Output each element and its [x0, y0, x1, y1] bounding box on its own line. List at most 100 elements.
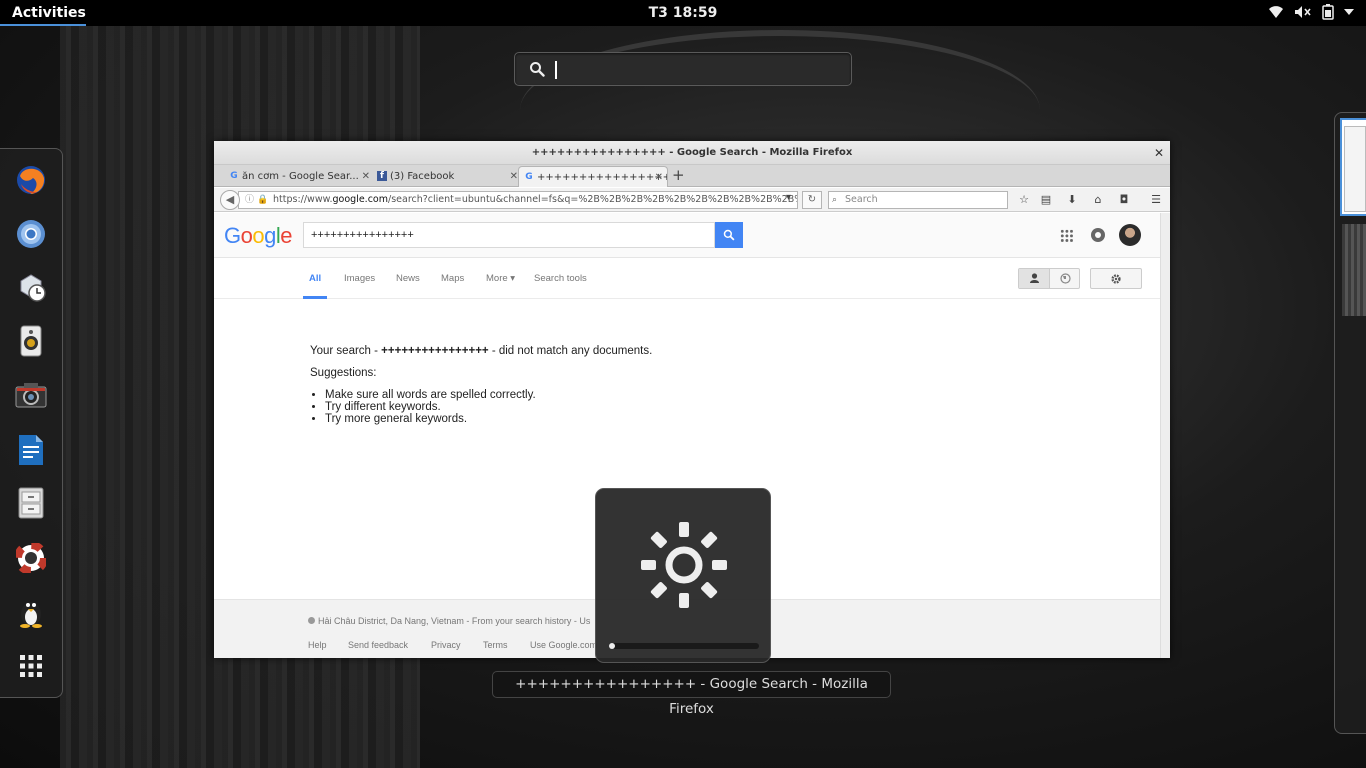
- tab-label: (3) Facebook: [390, 171, 455, 182]
- search-icon: [723, 229, 735, 241]
- brightness-icon: [641, 522, 727, 608]
- tab-more-label: More: [486, 273, 508, 284]
- browser-tab-3[interactable]: G ++++++++++++++++... ✕: [518, 166, 668, 187]
- home-icon[interactable]: ⌂: [1090, 192, 1106, 208]
- scrollbar[interactable]: [1160, 213, 1170, 658]
- info-icon[interactable]: ⓘ: [245, 192, 254, 208]
- dash: [0, 148, 63, 698]
- url-rest: /search?client=ubuntu&channel=fs&q=%2B%2…: [388, 194, 797, 205]
- result-suffix: - did not match any documents.: [488, 345, 653, 357]
- reload-icon[interactable]: ↻: [802, 191, 822, 209]
- new-tab-icon[interactable]: +: [672, 165, 685, 186]
- tab-close-icon[interactable]: ✕: [362, 166, 370, 187]
- battery-icon: [1322, 4, 1334, 20]
- tab-news[interactable]: News: [396, 273, 420, 284]
- window-titlebar: ++++++++++++++++ - Google Search - Mozil…: [214, 141, 1170, 165]
- location-text: Hải Châu District, Da Nang, Vietnam - Fr…: [318, 616, 591, 626]
- search-results: Your search - ++++++++++++++++ - did not…: [310, 345, 652, 425]
- workspace-thumbnail-1[interactable]: [1340, 118, 1366, 216]
- pocket-icon[interactable]: ◘: [1116, 192, 1132, 208]
- footer-link-terms[interactable]: Terms: [483, 640, 508, 650]
- brightness-level-bar: [609, 643, 759, 649]
- lifebuoy-icon: [16, 543, 46, 573]
- brightness-osd: [595, 488, 771, 663]
- list-item: Try more general keywords.: [325, 413, 652, 425]
- result-prefix: Your search -: [310, 345, 382, 357]
- tab-close-icon[interactable]: ✕: [655, 167, 663, 187]
- hamburger-menu-icon[interactable]: ☰: [1148, 192, 1164, 208]
- url-bar[interactable]: ⓘ 🔒 https://www.google.com/search?client…: [238, 191, 798, 209]
- chevron-down-icon: [1344, 8, 1354, 16]
- tab-strip: G ăn cơm - Google Sear... ✕ f (3) Facebo…: [214, 165, 1170, 187]
- workspace-thumbnail-2[interactable]: [1342, 224, 1366, 316]
- list-item: Try different keywords.: [325, 401, 652, 413]
- person-icon[interactable]: [1019, 269, 1050, 288]
- dash-app-firefox[interactable]: [14, 163, 48, 197]
- google-favicon-icon: G: [230, 171, 238, 181]
- text-caret: [555, 61, 557, 79]
- google-apps-icon[interactable]: [1060, 229, 1074, 243]
- tab-label: ++++++++++++++++...: [537, 172, 668, 183]
- activities-button[interactable]: Activities: [0, 0, 86, 26]
- volume-muted-icon: [1294, 5, 1312, 19]
- tab-images[interactable]: Images: [344, 273, 375, 284]
- tab-more[interactable]: More ▾: [486, 273, 515, 284]
- brightness-level-fill: [609, 643, 615, 649]
- avatar[interactable]: [1119, 224, 1141, 246]
- google-search-button[interactable]: [715, 222, 743, 248]
- dash-app-file-cabinet[interactable]: [14, 486, 48, 520]
- window-caption: ++++++++++++++++ - Google Search - Mozil…: [492, 671, 891, 717]
- footer-link-privacy[interactable]: Privacy: [431, 640, 461, 650]
- search-icon: ⌕: [832, 195, 838, 205]
- tab-label: ăn cơm - Google Sear...: [242, 171, 359, 182]
- active-tab-indicator: [303, 296, 327, 299]
- settings-button[interactable]: [1090, 268, 1142, 289]
- close-icon[interactable]: ✕: [1154, 141, 1164, 165]
- personal-results-toggle[interactable]: [1018, 268, 1080, 289]
- dash-app-help[interactable]: [14, 541, 48, 575]
- download-icon[interactable]: ⬇: [1064, 192, 1080, 208]
- globe-icon[interactable]: [1060, 273, 1071, 284]
- browser-search-placeholder: Search: [845, 194, 878, 205]
- tab-search-tools[interactable]: Search tools: [534, 273, 587, 284]
- back-icon[interactable]: ◀: [220, 190, 240, 210]
- browser-tab-2[interactable]: f (3) Facebook ✕: [372, 166, 522, 187]
- document-writer-icon: [19, 435, 43, 465]
- app-grid-icon: [20, 655, 42, 677]
- url-dropdown-icon[interactable]: ▾: [786, 192, 791, 203]
- dash-app-chromium[interactable]: [14, 217, 48, 251]
- dash-app-settings-clock[interactable]: [14, 270, 48, 304]
- clock[interactable]: T3 18:59: [649, 5, 718, 21]
- footer-link-help[interactable]: Help: [308, 640, 327, 650]
- browser-tab-1[interactable]: G ăn cơm - Google Sear... ✕: [224, 166, 374, 187]
- system-tray[interactable]: [1268, 4, 1354, 20]
- dash-app-tux[interactable]: [14, 595, 48, 629]
- footer-link-feedback[interactable]: Send feedback: [348, 640, 408, 650]
- overview-search[interactable]: [514, 52, 852, 86]
- dash-app-speaker[interactable]: [14, 324, 48, 358]
- browser-search-field[interactable]: ⌕ Search: [828, 191, 1008, 209]
- workspace-window-preview: [1344, 126, 1366, 212]
- camera-icon: [15, 383, 47, 408]
- search-icon: [529, 61, 545, 81]
- facebook-favicon-icon: f: [377, 171, 387, 181]
- tab-maps[interactable]: Maps: [441, 273, 464, 284]
- notifications-icon[interactable]: [1091, 228, 1105, 242]
- dash-app-camera[interactable]: [14, 378, 48, 412]
- navigation-bar: ⓘ 🔒 https://www.google.com/search?client…: [214, 188, 1170, 212]
- google-query-input[interactable]: ++++++++++++++++: [303, 222, 715, 248]
- list-item: Make sure all words are spelled correctl…: [325, 389, 652, 401]
- file-cabinet-icon: [18, 487, 44, 519]
- result-query: ++++++++++++++++: [381, 345, 489, 357]
- footer-link-use-google[interactable]: Use Google.com: [530, 640, 597, 650]
- chromium-icon: [17, 220, 45, 248]
- tab-close-icon[interactable]: ✕: [510, 166, 518, 187]
- bookmark-star-icon[interactable]: ☆: [1016, 192, 1032, 208]
- tab-all[interactable]: All: [309, 273, 321, 284]
- speaker-icon: [20, 325, 42, 357]
- show-applications-button[interactable]: [14, 649, 48, 683]
- overview-search-input[interactable]: [553, 59, 833, 81]
- google-logo[interactable]: Google: [224, 223, 293, 249]
- dash-app-writer[interactable]: [14, 433, 48, 467]
- reading-list-icon[interactable]: ▤: [1038, 192, 1054, 208]
